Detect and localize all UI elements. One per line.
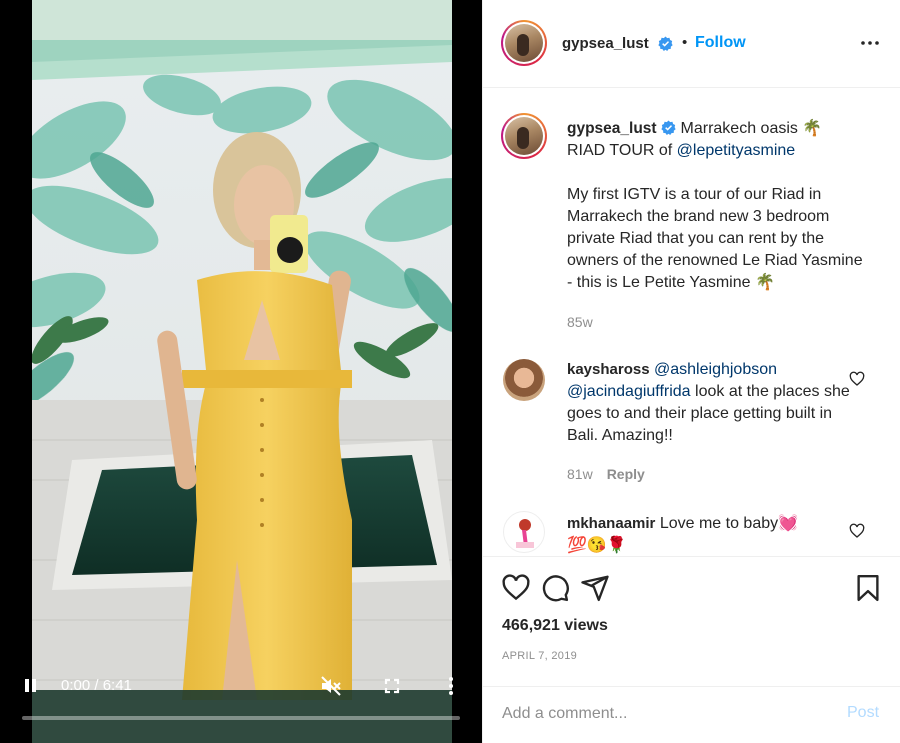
comments-section[interactable]: gypsea_lust Marrakech oasis 🌴 RIAD TOUR … <box>483 89 900 555</box>
bookmark-icon[interactable] <box>853 573 883 603</box>
comment-like-heart-icon[interactable] <box>849 523 865 539</box>
video-player[interactable]: 0:00 / 6:41 <box>0 0 482 743</box>
comment-text-line2: 💯😘🌹 <box>567 537 627 554</box>
header-username[interactable]: gypsea_lust <box>562 35 649 52</box>
follow-button[interactable]: Follow <box>695 34 746 52</box>
video-progress-bar[interactable] <box>22 716 460 720</box>
comment-username[interactable]: kayshaross <box>567 361 650 378</box>
video-controls: 0:00 / 6:41 <box>0 668 482 743</box>
post-sidebar: gypsea_lust • Follow gypsea_lust Marrake… <box>482 0 900 743</box>
video-still <box>32 0 452 743</box>
verified-badge-icon <box>658 36 673 51</box>
muted-speaker-icon[interactable] <box>319 674 343 698</box>
heart-icon[interactable] <box>501 573 531 603</box>
post-header: gypsea_lust • Follow <box>483 0 900 88</box>
header-separator: • <box>682 34 688 51</box>
comment-input[interactable] <box>502 701 812 727</box>
pause-icon[interactable] <box>22 676 40 696</box>
caption-line2: RIAD TOUR of <box>567 142 677 159</box>
more-options-icon[interactable] <box>859 36 881 50</box>
comment-mention-link[interactable]: @ashleighjobson <box>654 361 777 378</box>
caption-line1: Marrakech oasis 🌴 <box>680 120 823 137</box>
reply-button[interactable]: Reply <box>607 466 645 482</box>
view-count[interactable]: 466,921 views <box>502 617 608 635</box>
post-button[interactable]: Post <box>847 704 879 722</box>
post-date[interactable]: APRIL 7, 2019 <box>502 650 577 662</box>
comment-username[interactable]: mkhanaamir <box>567 515 655 532</box>
video-frame[interactable] <box>32 0 452 743</box>
verified-badge-icon <box>661 120 676 135</box>
fullscreen-icon[interactable] <box>382 676 402 696</box>
commenter-avatar[interactable] <box>503 359 545 401</box>
post-actions: 466,921 views APRIL 7, 2019 <box>483 556 900 686</box>
comment-mention-link[interactable]: @jacindagiuffrida <box>567 383 691 400</box>
comment-item: kayshaross @ashleighjobson @jacindagiuff… <box>567 359 857 447</box>
comment-item: mkhanaamir Love me to baby💓 💯😘🌹 <box>567 513 857 555</box>
caption-avatar[interactable] <box>501 113 547 159</box>
add-comment-bar: Post <box>483 686 900 743</box>
post-caption: gypsea_lust Marrakech oasis 🌴 RIAD TOUR … <box>567 118 867 294</box>
caption-username[interactable]: gypsea_lust <box>567 120 657 137</box>
caption-mention-link[interactable]: @lepetityasmine <box>677 142 796 159</box>
comment-text: Love me to baby💓 <box>659 515 799 532</box>
video-time: 0:00 / 6:41 <box>61 677 132 694</box>
caption-body: My first IGTV is a tour of our Riad in M… <box>567 186 863 291</box>
comment-icon[interactable] <box>540 573 570 603</box>
caption-age[interactable]: 85w <box>567 314 593 330</box>
avatar[interactable] <box>501 20 547 66</box>
commenter-avatar[interactable] <box>503 511 545 553</box>
share-icon[interactable] <box>580 573 610 603</box>
comment-age[interactable]: 81w <box>567 466 593 482</box>
comment-like-heart-icon[interactable] <box>849 371 865 387</box>
vertical-dots-icon[interactable] <box>444 675 458 697</box>
comment-meta: 81w Reply <box>567 466 645 482</box>
